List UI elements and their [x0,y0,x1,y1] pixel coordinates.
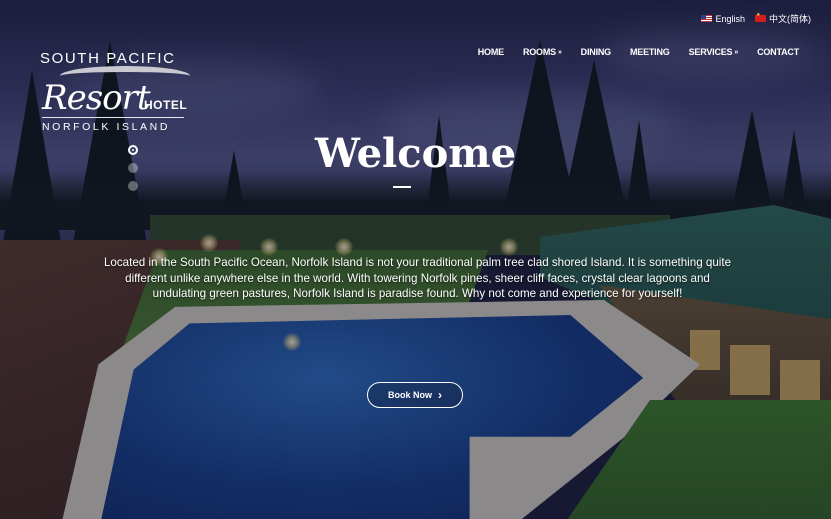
language-english[interactable]: English [701,12,745,25]
hero-title: Welcome [314,130,517,177]
language-label: English [715,13,745,24]
nav-services-label: SERVICES [688,47,733,57]
language-label: 中文(简体) [769,14,811,24]
chevron-down-icon: » [557,48,562,56]
logo-line-resort: Resort [42,78,151,118]
book-now-button[interactable]: Book Now › [367,382,463,408]
nav-dining[interactable]: DINING [581,47,612,57]
slider-dot-3[interactable] [128,181,138,191]
language-chinese[interactable]: 中文(简体) [755,12,811,25]
logo-line-south-pacific: SOUTH PACIFIC [40,50,176,67]
hero-intro-text: Located in the South Pacific Ocean, Norf… [103,256,732,300]
language-switcher: English 中文(简体) [701,12,811,25]
nav-meeting[interactable]: MEETING [630,47,670,57]
nav-rooms-label: ROOMS [522,47,556,57]
main-nav: HOME ROOMS » DINING MEETING SERVICES » C… [478,47,799,57]
resort-logo[interactable]: SOUTH PACIFIC Resort HOTEL NORFOLK ISLAN… [40,50,190,133]
nav-home[interactable]: HOME [478,47,504,57]
chevron-right-icon: › [438,388,442,402]
cn-flag-icon [755,12,766,22]
us-flag-icon [701,15,713,22]
nav-services[interactable]: SERVICES » [688,47,739,57]
nav-rooms[interactable]: ROOMS » [523,47,562,57]
logo-rule [42,117,184,118]
nav-contact[interactable]: CONTACT [757,47,799,57]
title-underline [393,186,411,188]
chevron-down-icon: » [734,48,739,56]
book-now-label: Book Now [388,390,432,400]
logo-line-hotel: HOTEL [144,98,188,112]
